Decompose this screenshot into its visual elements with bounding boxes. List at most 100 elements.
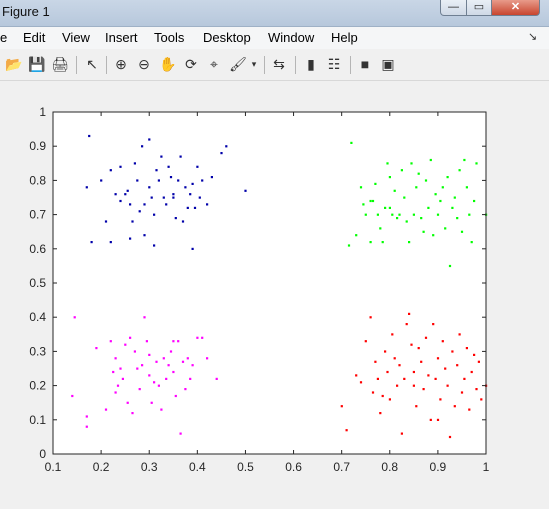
scatter-point (189, 377, 192, 380)
scatter-point (381, 241, 384, 244)
zoom-in-icon[interactable]: ⊕ (112, 55, 130, 73)
scatter-point (473, 353, 476, 356)
print-icon[interactable]: 🖨 (51, 55, 69, 73)
scatter-point (393, 189, 396, 192)
menu-edit[interactable]: Edit (23, 30, 45, 45)
data-cursor-icon[interactable]: ⌖ (205, 55, 223, 73)
scatter-point (172, 196, 175, 199)
close-button[interactable]: ✕ (491, 0, 540, 16)
y-tick-label: 1 (39, 105, 46, 119)
scatter-point (155, 360, 158, 363)
scatter-point (162, 196, 165, 199)
scatter-point (386, 370, 389, 374)
pan-hand-icon[interactable]: ✋ (159, 55, 177, 73)
scatter-point (114, 193, 117, 196)
scatter-point (432, 323, 435, 326)
y-tick-label: 0.6 (29, 242, 46, 256)
toolbar: 📂 💾 🖨 ↖ ⊕ ⊖ ✋ ⟳ ⌖ 🖌 ▾ ⇆ ▮ ☷ ■ ▣ (0, 50, 549, 81)
scatter-point (71, 394, 74, 398)
scatter-point (369, 316, 372, 319)
scatter-point (422, 388, 425, 391)
open-folder-icon[interactable]: 📂 (5, 55, 23, 73)
x-tick-label: 0.2 (93, 460, 110, 474)
scatter-point (412, 213, 415, 216)
show-plot-tools-icon[interactable]: ▣ (379, 55, 397, 73)
scatter-point (148, 374, 151, 377)
scatter-point (376, 377, 379, 380)
scatter-point (143, 316, 146, 319)
menu-help[interactable]: Help (331, 30, 358, 45)
scatter-point (225, 145, 228, 148)
y-tick-label: 0.3 (29, 344, 46, 358)
scatter-point (172, 340, 175, 343)
scatter-point (475, 162, 478, 165)
menu-desktop[interactable]: Desktop (203, 30, 251, 45)
scatter-point (88, 134, 91, 138)
scatter-point (468, 408, 471, 411)
scatter-point (119, 165, 122, 168)
scatter-point (446, 176, 449, 179)
scatter-point (198, 196, 201, 199)
menu-tools[interactable]: Tools (154, 30, 184, 45)
scatter-point (347, 244, 351, 247)
scatter-point (85, 415, 88, 418)
x-tick-label: 0.5 (237, 460, 254, 474)
scatter-point (465, 186, 468, 189)
scatter-point (181, 220, 185, 223)
scatter-point (143, 234, 146, 237)
scatter-point (405, 220, 408, 223)
scatter-point (131, 220, 134, 223)
scatter-point (95, 347, 98, 350)
scatter-point (109, 340, 112, 343)
scatter-point (374, 182, 377, 185)
scatter-point (129, 336, 132, 339)
scatter-point (460, 391, 464, 394)
menu-view[interactable]: View (62, 30, 90, 45)
brush-icon[interactable]: 🖌 (229, 55, 247, 73)
scatter-plot[interactable]: 0.1 0.2 0.3 0.4 0.5 0.6 0.7 0.8 0.9 100.10.20.30.… (0, 81, 549, 504)
scatter-point (405, 323, 408, 326)
y-tick-label: 0 (39, 447, 46, 461)
minimize-button[interactable]: — (440, 0, 467, 16)
scatter-point (393, 357, 396, 360)
menu-bar: e Edit View Insert Tools Desktop Window … (0, 27, 549, 49)
scatter-point (141, 145, 144, 148)
scatter-point (396, 217, 399, 220)
menu-window[interactable]: Window (268, 30, 314, 45)
scatter-point (126, 189, 129, 192)
scatter-point (412, 384, 415, 387)
colorbar-icon[interactable]: ▮ (302, 55, 320, 73)
dock-arrow-icon[interactable]: ↘ (528, 30, 537, 43)
x-tick-label: 0.7 (333, 460, 350, 474)
scatter-point (359, 381, 363, 384)
brush-dropdown-icon[interactable]: ▾ (249, 55, 259, 73)
scatter-point (85, 186, 88, 189)
save-icon[interactable]: 💾 (28, 55, 46, 73)
scatter-point (458, 333, 461, 336)
scatter-point (148, 138, 151, 141)
scatter-point (169, 176, 173, 179)
zoom-out-icon[interactable]: ⊖ (135, 55, 153, 73)
scatter-point (160, 408, 163, 411)
legend-icon[interactable]: ☷ (325, 55, 343, 73)
x-tick-label: 0.3 (141, 460, 158, 474)
plot-area (53, 112, 486, 454)
maximize-button[interactable]: ▭ (466, 0, 492, 16)
scatter-point (104, 220, 108, 223)
hide-plot-tools-icon[interactable]: ■ (356, 55, 374, 73)
pointer-icon[interactable]: ↖ (83, 55, 101, 73)
y-tick-label: 0.2 (29, 379, 46, 393)
scatter-point (109, 241, 112, 244)
scatter-point (424, 336, 428, 339)
link-plot-icon[interactable]: ⇆ (270, 55, 288, 73)
scatter-point (468, 213, 471, 216)
scatter-point (206, 357, 209, 360)
rotate-3d-icon[interactable]: ⟳ (182, 55, 200, 73)
x-tick-label: 0.4 (189, 460, 206, 474)
scatter-point (85, 425, 88, 428)
x-tick-label: 0.9 (430, 460, 447, 474)
menu-file[interactable]: e (0, 30, 7, 45)
scatter-point (350, 141, 353, 144)
menu-insert[interactable]: Insert (105, 30, 138, 45)
scatter-point (480, 398, 483, 401)
